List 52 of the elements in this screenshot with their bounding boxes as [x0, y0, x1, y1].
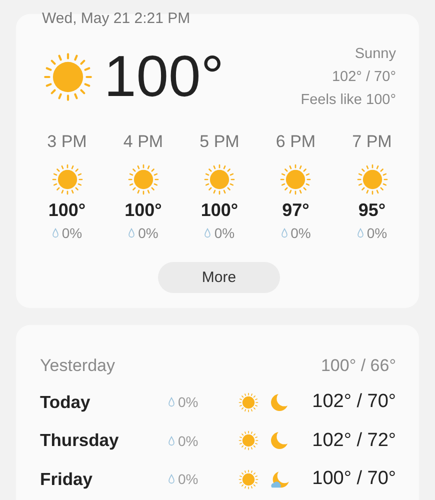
sun-icon: [356, 163, 388, 196]
high-low: 102° / 70°: [312, 391, 396, 414]
high-low: 100° / 70°: [312, 468, 396, 490]
hour-label: 7 PM: [352, 132, 392, 153]
raindrop-icon: [280, 228, 288, 238]
high-low: 100° / 66°: [320, 356, 396, 376]
sun-icon: [203, 163, 236, 196]
high-low: 102° / 72°: [312, 430, 396, 452]
hour-temperature: 100°: [200, 200, 238, 221]
day-name: Yesterday: [40, 356, 115, 376]
hour-label: 6 PM: [276, 132, 316, 153]
condition: Sunny: [354, 44, 396, 64]
precipitation-chance: 0%: [290, 225, 311, 241]
precipitation-chance: 0%: [138, 225, 158, 241]
current-temperature: 100°: [104, 48, 224, 106]
date-time: Wed, May 21 2:21 PM: [42, 10, 192, 28]
hour-temperature: 97°: [282, 200, 310, 221]
moon-icon: [271, 431, 290, 450]
raindrop-icon: [204, 228, 212, 238]
precipitation-chance: 0%: [366, 225, 388, 241]
precipitation-chance: 0%: [178, 471, 198, 488]
more-button[interactable]: More: [158, 262, 280, 293]
precipitation-chance: 0%: [214, 225, 235, 241]
sun-icon: [42, 51, 94, 103]
sun-icon: [279, 163, 312, 196]
sun-icon: [126, 163, 160, 196]
raindrop-icon: [52, 228, 59, 238]
sun-icon: [238, 430, 259, 452]
precipitation-chance: 0%: [178, 432, 198, 449]
day-name: Friday: [40, 468, 94, 490]
day-name: Thursday: [40, 430, 120, 452]
raindrop-icon: [168, 436, 175, 446]
moon-cloud-icon: [271, 470, 290, 489]
sun-icon: [50, 163, 84, 196]
hour-label: 3 PM: [47, 132, 87, 153]
hour-temperature: 100°: [124, 200, 162, 221]
moon-icon: [271, 392, 290, 412]
precipitation-chance: 0%: [178, 394, 198, 410]
sun-icon: [238, 392, 259, 413]
feels-like: Feels like 100°: [300, 90, 396, 110]
raindrop-icon: [168, 474, 175, 484]
raindrop-icon: [128, 228, 136, 238]
raindrop-icon: [168, 397, 175, 408]
hour-label: 4 PM: [123, 132, 164, 153]
hour-temperature: 100°: [48, 200, 86, 221]
sun-icon: [238, 468, 259, 490]
day-name: Today: [40, 392, 92, 413]
hour-temperature: 95°: [358, 200, 386, 221]
precipitation-chance: 0%: [62, 225, 82, 241]
raindrop-icon: [356, 228, 364, 238]
hour-label: 5 PM: [200, 132, 240, 153]
high-low: 102° / 70°: [330, 68, 396, 86]
